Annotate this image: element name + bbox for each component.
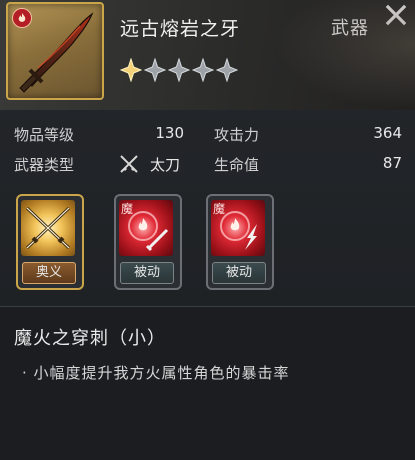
star-icon bbox=[192, 58, 214, 82]
star-icon bbox=[144, 58, 166, 82]
item-portrait bbox=[6, 2, 104, 100]
weapon-type-label: 武器类型 bbox=[14, 156, 75, 174]
skill-slots: 奥义 魔 被动 魔 被动 bbox=[0, 194, 415, 290]
demon-mark: 魔 bbox=[213, 201, 225, 216]
fire-burst-icon: 魔 bbox=[211, 200, 265, 256]
star-icon bbox=[120, 58, 142, 82]
item-stats: 物品等级 130 攻击力 364 武器类型 太刀 生命值 87 bbox=[0, 118, 415, 178]
stat-row-1: 物品等级 130 攻击力 364 bbox=[0, 124, 415, 148]
selected-skill-name: 魔火之穿刺（小） bbox=[14, 328, 166, 349]
hp-label: 生命值 bbox=[214, 156, 260, 174]
skill-description-area: 魔火之穿刺（小） · 小幅度提升我方火属性角色的暴击率 bbox=[0, 306, 415, 460]
item-detail-panel: 远古熔岩之牙 武器 物品等级 130 攻击力 364 武器类型 太刀 生命值 8… bbox=[0, 0, 415, 460]
skill-slot-passive-1[interactable]: 魔 被动 bbox=[114, 194, 182, 290]
close-button[interactable] bbox=[381, 0, 411, 30]
skill-slot-ougi[interactable]: 奥义 bbox=[16, 194, 84, 290]
weapon-type-value: 太刀 bbox=[150, 156, 181, 174]
item-type: 武器 bbox=[331, 18, 369, 39]
crossed-swords-icon bbox=[120, 155, 138, 173]
attack-label: 攻击力 bbox=[214, 126, 260, 144]
skill-slot-passive-2[interactable]: 魔 被动 bbox=[206, 194, 274, 290]
hp-value: 87 bbox=[382, 154, 402, 172]
star-icon bbox=[168, 58, 190, 82]
skill-tag: 被动 bbox=[120, 262, 174, 284]
close-icon bbox=[385, 4, 407, 26]
ougi-icon bbox=[21, 200, 75, 256]
attack-value: 364 bbox=[373, 124, 402, 142]
star-icon bbox=[216, 58, 238, 82]
divider bbox=[0, 306, 415, 307]
fang-blade-icon bbox=[19, 12, 94, 93]
item-level-value: 130 bbox=[155, 124, 184, 142]
item-name: 远古熔岩之牙 bbox=[120, 18, 241, 40]
stat-row-2: 武器类型 太刀 生命值 87 bbox=[0, 154, 415, 178]
item-level-label: 物品等级 bbox=[14, 126, 75, 144]
selected-skill-description: · 小幅度提升我方火属性角色的暴击率 bbox=[22, 364, 290, 382]
item-header: 远古熔岩之牙 武器 bbox=[0, 0, 415, 110]
demon-mark: 魔 bbox=[121, 201, 133, 216]
skill-tag: 奥义 bbox=[22, 262, 76, 284]
fire-pierce-icon: 魔 bbox=[119, 200, 173, 256]
skill-tag: 被动 bbox=[212, 262, 266, 284]
rarity-stars bbox=[120, 58, 238, 82]
